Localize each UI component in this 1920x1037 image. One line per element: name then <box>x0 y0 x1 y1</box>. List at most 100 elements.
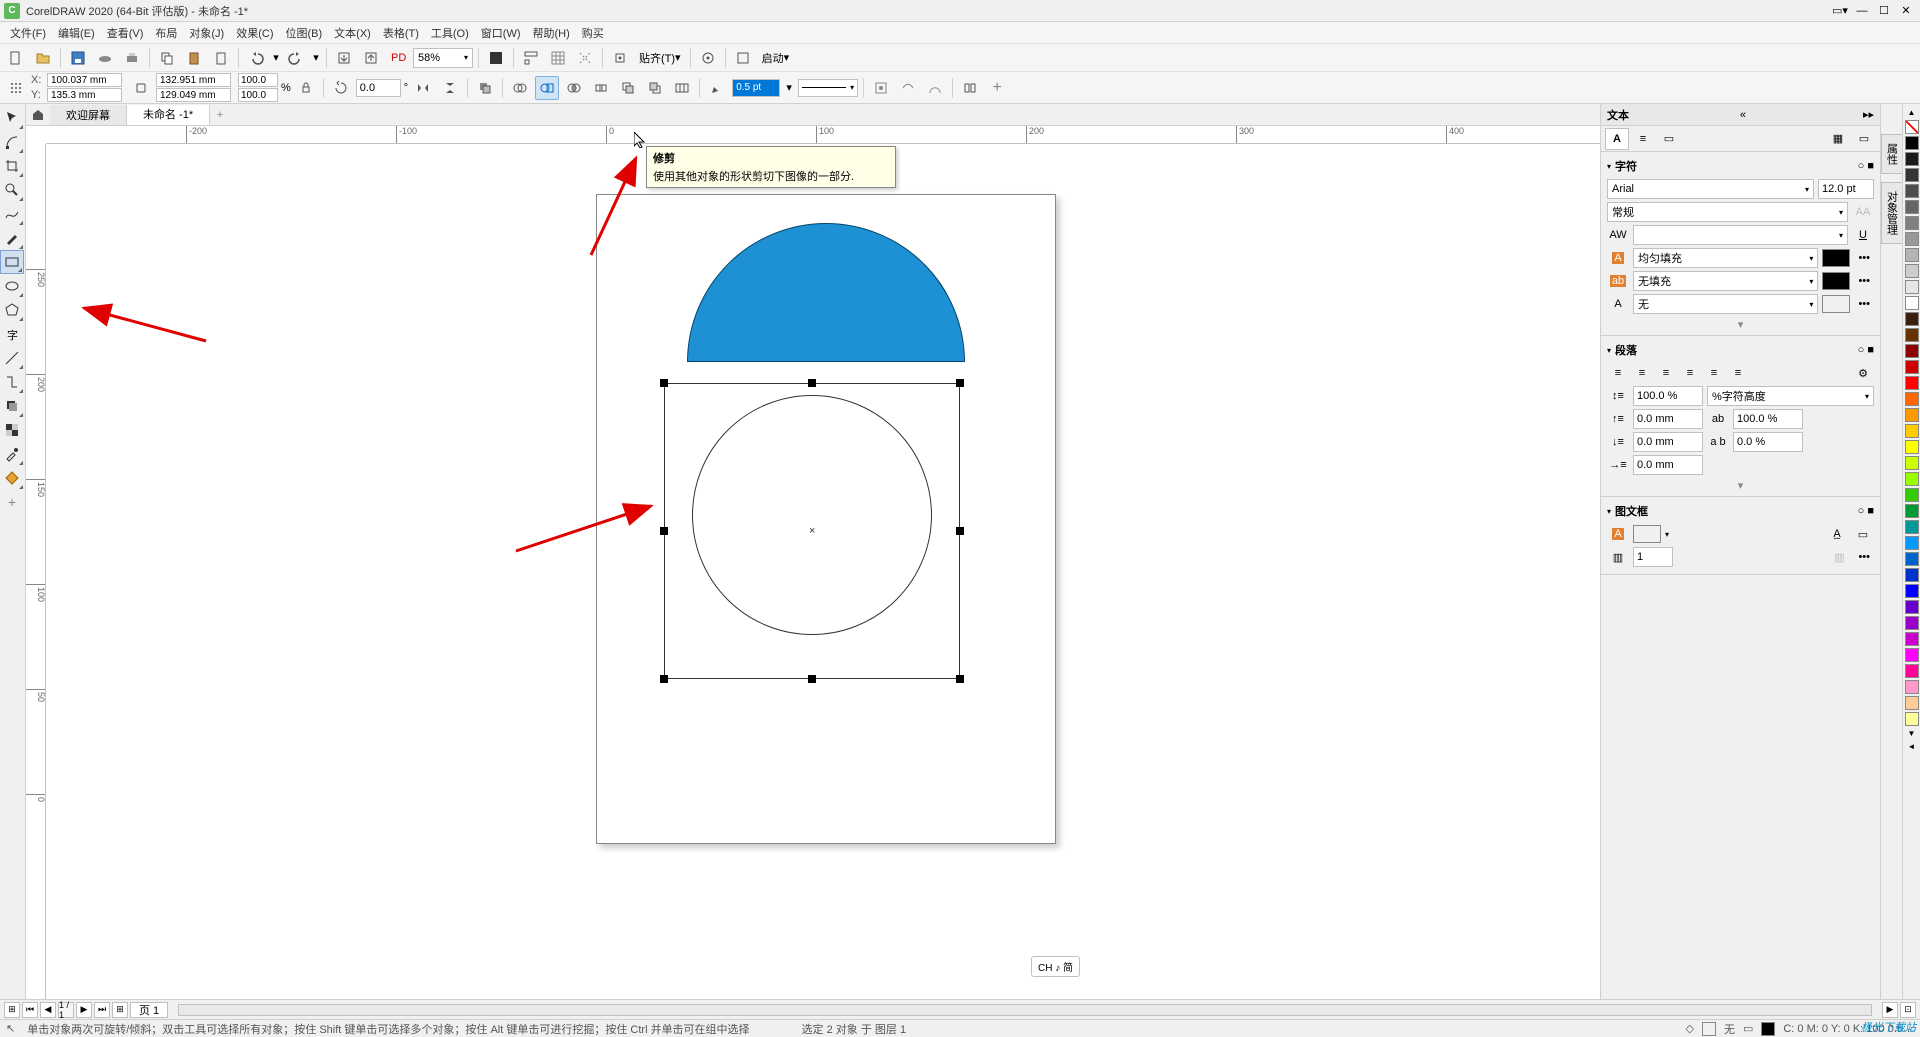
color-swatch[interactable] <box>1905 248 1919 262</box>
color-swatch[interactable] <box>1905 296 1919 310</box>
expand-icon[interactable]: ▾ <box>1607 479 1874 492</box>
tab-option-2[interactable]: ▭ <box>1852 128 1876 150</box>
selection-handle[interactable] <box>660 379 668 387</box>
add-button[interactable]: + <box>985 76 1009 100</box>
polygon-tool[interactable] <box>0 298 24 322</box>
menu-bitmap[interactable]: 位图(B) <box>280 23 329 43</box>
align-center-icon[interactable]: ≡ <box>1631 363 1653 383</box>
bg-fill-select[interactable]: 无填充▾ <box>1633 271 1818 291</box>
home-tab-icon[interactable] <box>26 105 50 125</box>
launch-dropdown[interactable]: 启动 ▾ <box>758 46 794 70</box>
help-dropdown-icon[interactable]: ▭▾ <box>1830 2 1850 20</box>
selection-handle[interactable] <box>956 675 964 683</box>
redo-dropdown[interactable]: ▾ <box>311 46 321 70</box>
size-lock-icon[interactable] <box>129 76 153 100</box>
next-page-button[interactable]: ▶ <box>76 1002 92 1018</box>
section-header[interactable]: ▾段落○ ■ <box>1607 340 1874 360</box>
color-swatch[interactable] <box>1905 648 1919 662</box>
clipboard-button[interactable] <box>209 46 233 70</box>
align-distribute-icon[interactable] <box>958 76 982 100</box>
menu-layout[interactable]: 布局 <box>149 23 183 43</box>
color-swatch[interactable] <box>1905 616 1919 630</box>
add-tab-button[interactable]: + <box>210 105 230 125</box>
kerning-select[interactable]: ▾ <box>1633 225 1848 245</box>
menu-edit[interactable]: 编辑(E) <box>52 23 101 43</box>
fill-color-swatch[interactable] <box>1822 249 1850 267</box>
parallel-dim-tool[interactable] <box>0 346 24 370</box>
color-swatch[interactable] <box>1905 328 1919 342</box>
font-family-select[interactable]: Arial▾ <box>1607 179 1814 199</box>
bg-color-swatch[interactable] <box>1822 272 1850 290</box>
minimize-button[interactable]: — <box>1852 2 1872 20</box>
prev-page-button[interactable]: ◀ <box>40 1002 56 1018</box>
frame-mode-icon[interactable]: A <box>1607 524 1629 544</box>
color-swatch[interactable] <box>1905 488 1919 502</box>
undo-button[interactable] <box>244 46 268 70</box>
selection-handle[interactable] <box>660 527 668 535</box>
after-para-input[interactable] <box>1633 432 1703 452</box>
outline-more-icon[interactable]: ••• <box>1854 298 1874 310</box>
align-full-icon[interactable]: ≡ <box>1703 363 1725 383</box>
color-swatch[interactable] <box>1905 264 1919 278</box>
copy-button[interactable] <box>155 46 179 70</box>
add-page-button[interactable]: ⊞ <box>4 1002 20 1018</box>
color-swatch[interactable] <box>1905 440 1919 454</box>
x-input[interactable] <box>47 73 122 87</box>
convert-outline-icon[interactable] <box>896 76 920 100</box>
undo-dropdown[interactable]: ▾ <box>271 46 281 70</box>
fill-tool[interactable] <box>0 466 24 490</box>
ellipse-tool[interactable] <box>0 274 24 298</box>
section-options-icon[interactable]: ○ ■ <box>1858 160 1874 172</box>
frame-tab[interactable]: ▭ <box>1657 128 1681 150</box>
selection-handle[interactable] <box>660 675 668 683</box>
trim-button[interactable] <box>535 76 559 100</box>
bg-more-icon[interactable]: ••• <box>1854 275 1874 287</box>
font-size-input[interactable] <box>1818 179 1874 199</box>
line-spacing-unit[interactable]: %字符高度▾ <box>1707 386 1874 406</box>
welcome-tab[interactable]: 欢迎屏幕 <box>50 105 127 125</box>
color-swatch[interactable] <box>1905 168 1919 182</box>
lock-ratio-icon[interactable] <box>294 76 318 100</box>
freehand-tool[interactable] <box>0 202 24 226</box>
menu-view[interactable]: 查看(V) <box>101 23 150 43</box>
outline-swatch[interactable] <box>1761 1022 1775 1036</box>
columns-equal-icon[interactable]: ▥ <box>1828 547 1850 567</box>
color-swatch[interactable] <box>1905 568 1919 582</box>
outline-width-dd[interactable]: ▾ <box>783 76 795 100</box>
outline-pen-icon[interactable] <box>705 76 729 100</box>
menu-tools[interactable]: 工具(O) <box>425 23 475 43</box>
frame-border-icon[interactable]: ▭ <box>1852 524 1874 544</box>
color-swatch[interactable] <box>1905 696 1919 710</box>
scale-x-input[interactable] <box>238 73 278 87</box>
fill-swatch[interactable] <box>1702 1022 1716 1036</box>
convert-curves-icon[interactable] <box>923 76 947 100</box>
section-header[interactable]: ▾图文框○ ■ <box>1607 501 1874 521</box>
wrap-text-icon[interactable] <box>869 76 893 100</box>
para-settings-icon[interactable]: ⚙ <box>1852 363 1874 383</box>
paste-button[interactable] <box>182 46 206 70</box>
menu-text[interactable]: 文本(X) <box>328 23 377 43</box>
color-swatch[interactable] <box>1905 424 1919 438</box>
first-page-button[interactable]: ⏮ <box>22 1002 38 1018</box>
outline-width-input[interactable] <box>732 79 780 97</box>
color-swatch[interactable] <box>1905 600 1919 614</box>
align-none-icon[interactable]: ≡ <box>1727 363 1749 383</box>
toolbox-add[interactable]: + <box>0 490 24 514</box>
origin-grid-icon[interactable] <box>4 76 28 100</box>
before-para-input[interactable] <box>1633 409 1703 429</box>
menu-table[interactable]: 表格(T) <box>377 23 425 43</box>
palette-down-icon[interactable]: ▼ <box>1908 729 1916 738</box>
eyedropper-tool[interactable] <box>0 442 24 466</box>
palette-flyout-icon[interactable]: ◄ <box>1908 742 1916 751</box>
color-swatch[interactable] <box>1905 360 1919 374</box>
palette-up-icon[interactable]: ▲ <box>1908 108 1916 117</box>
new-button[interactable] <box>4 46 28 70</box>
snap-icon[interactable] <box>608 46 632 70</box>
pdf-button[interactable]: PDF <box>386 46 410 70</box>
mirror-v-icon[interactable] <box>438 76 462 100</box>
print-button[interactable] <box>120 46 144 70</box>
line-spacing-input[interactable] <box>1633 386 1703 406</box>
import-button[interactable] <box>332 46 356 70</box>
guidelines-button[interactable] <box>573 46 597 70</box>
rulers-button[interactable] <box>519 46 543 70</box>
